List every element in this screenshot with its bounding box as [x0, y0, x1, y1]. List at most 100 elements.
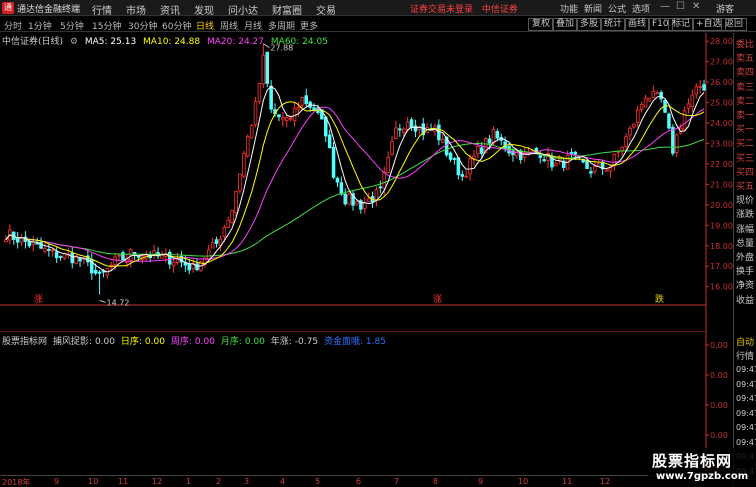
candle-body: [15, 238, 20, 243]
candle-body: [604, 169, 609, 172]
tf-more[interactable]: 更多: [300, 19, 318, 32]
fuquan-button[interactable]: 复权: [528, 18, 555, 31]
date-tick-label: 3: [244, 477, 250, 486]
candle-body: [479, 147, 484, 154]
price-tick-label: 21.00: [710, 180, 733, 189]
candle-body: [296, 107, 301, 111]
menu-wenxiaoda[interactable]: 问小达: [228, 2, 258, 17]
tick-time: 09:47: [736, 408, 756, 418]
tf-15min[interactable]: 15分钟: [92, 19, 121, 32]
candle-body: [327, 134, 332, 149]
close-icon[interactable]: ✕: [692, 1, 700, 12]
overlay-button[interactable]: 叠加: [552, 18, 579, 31]
menu-xinwen[interactable]: 新闻: [584, 2, 602, 15]
tf-1min[interactable]: 1分钟: [28, 19, 52, 32]
candle-body: [507, 146, 511, 154]
date-tick-label: 4: [280, 477, 286, 486]
candle-body: [671, 126, 675, 154]
menu-gongneng[interactable]: 功能: [560, 2, 578, 15]
low-label: 14.72: [107, 298, 130, 307]
menu-faxian[interactable]: 发现: [194, 2, 214, 17]
candle-body: [257, 83, 262, 102]
candle-body: [277, 114, 281, 118]
low-arrow: [99, 299, 106, 303]
candle-body: [27, 241, 32, 247]
ma5-line: [5, 85, 705, 273]
tf-weekly[interactable]: 周线: [220, 19, 238, 32]
maximize-icon[interactable]: ☐: [676, 1, 685, 12]
menu-zixun[interactable]: 资讯: [160, 2, 180, 17]
mark-button[interactable]: 标记: [668, 18, 695, 31]
indicator-tick-label: 0.00: [710, 401, 728, 410]
candle-body: [667, 113, 671, 129]
tf-30min[interactable]: 30分钟: [128, 19, 157, 32]
quote-label: 买五: [736, 182, 755, 192]
candle-body: [440, 139, 445, 143]
tf-monthly[interactable]: 月线: [244, 19, 262, 32]
ind-label-3: 月序:: [220, 337, 242, 347]
menu-xuanxiang[interactable]: 选项: [632, 2, 650, 15]
stats-button[interactable]: 统计: [600, 18, 627, 31]
candle-body: [312, 107, 316, 111]
minimize-icon[interactable]: —: [660, 1, 670, 12]
menu-jiaoyi[interactable]: 交易: [316, 2, 336, 17]
tf-60min[interactable]: 60分钟: [162, 19, 191, 32]
candle-body: [362, 202, 367, 209]
candle-body: [54, 251, 59, 259]
candle-body: [476, 146, 480, 155]
date-tick-label: 11: [118, 477, 129, 486]
candle-body: [93, 269, 98, 274]
candle-body: [339, 182, 344, 195]
candle-body: [694, 86, 699, 95]
price-tick-label: 19.00: [710, 221, 733, 230]
quote-label: 买四: [736, 167, 755, 178]
quote-label: 委比: [736, 40, 755, 50]
candle-body: [702, 84, 706, 91]
app-logo-icon: 通: [2, 2, 14, 14]
candle-body: [97, 271, 102, 274]
candle-body: [686, 103, 691, 109]
ind-label-1: 日序:: [120, 337, 142, 347]
trade-login-warning[interactable]: 证券交易未登录 中信证券: [410, 2, 518, 15]
candlestick-chart[interactable]: 28.00 27.00 26.00 25.00 24.00 23.00 22.00 21.00…: [0, 33, 733, 331]
tf-multi[interactable]: 多周期: [268, 19, 295, 32]
candle-body: [452, 158, 457, 160]
ma20-line: [5, 106, 705, 262]
multi-stock-button[interactable]: 多股: [576, 18, 603, 31]
candle-body: [171, 261, 176, 267]
user-guest[interactable]: 游客: [716, 2, 734, 15]
price-tick-label: 20.00: [710, 201, 733, 210]
candle-body: [238, 173, 242, 192]
candle-body: [128, 249, 133, 261]
menu-shichang[interactable]: 市场: [126, 2, 146, 17]
candle-body: [245, 136, 250, 157]
candle-body: [448, 152, 453, 160]
candle-body: [195, 263, 199, 271]
candle-body: [585, 160, 589, 170]
candle-body: [300, 96, 305, 106]
tf-daily[interactable]: 日线: [196, 19, 214, 32]
candle-body: [589, 171, 593, 174]
signal-label: 涨: [433, 294, 442, 305]
indicator-chart[interactable]: 0.00 0.00 0.00 0.00 0.00: [0, 331, 733, 475]
menu-gongshi[interactable]: 公式: [608, 2, 626, 15]
tf-5min[interactable]: 5分钟: [60, 19, 84, 32]
date-tick-label: 5: [315, 477, 321, 486]
menu-hangqing[interactable]: 行情: [92, 2, 112, 17]
quote-label: 现价: [736, 196, 755, 207]
quote-label: 买三: [736, 153, 755, 164]
candle-body: [175, 258, 180, 263]
candle-body: [58, 256, 63, 258]
menu-caifuquan[interactable]: 财富圈: [272, 2, 302, 17]
quote-label: 买二: [736, 139, 755, 150]
date-tick-label: 1: [186, 477, 192, 486]
quote-lower-label[interactable]: 行情: [736, 349, 754, 362]
tf-fenshi[interactable]: 分时: [4, 19, 22, 32]
settings-icon[interactable]: ⚙: [70, 37, 78, 47]
quote-label: 净资: [736, 281, 755, 292]
quote-lower-label[interactable]: 自动: [736, 335, 754, 348]
watermark: 股票指标网 www.7gpzb.com: [648, 448, 756, 487]
quote-label: 换手: [736, 267, 755, 278]
back-button[interactable]: 返回: [721, 18, 748, 31]
draw-line-button[interactable]: 画线: [624, 18, 651, 31]
